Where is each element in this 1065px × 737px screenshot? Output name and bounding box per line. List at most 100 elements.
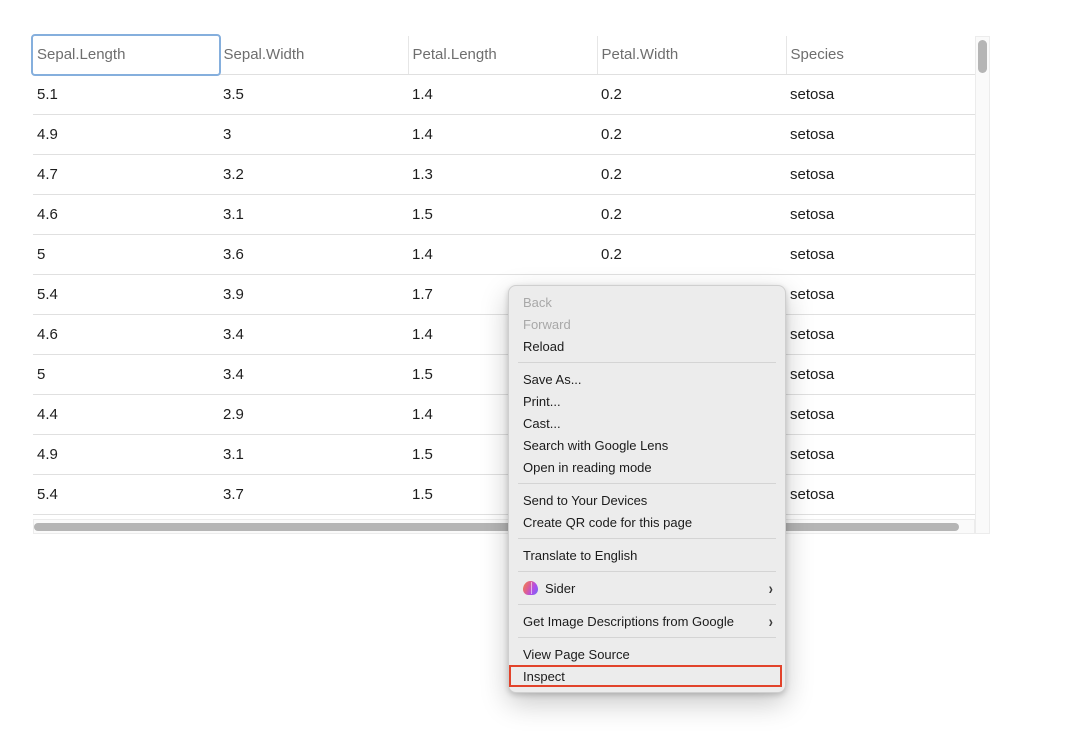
cell-sepal-length[interactable]: 5 (33, 234, 219, 274)
cell-sepal-length[interactable]: 5.4 (33, 274, 219, 314)
cell-petal-length[interactable]: 1.5 (408, 194, 597, 234)
column-header-sepal-length[interactable]: Sepal.Length (33, 36, 219, 74)
cell-sepal-width[interactable]: 3 (219, 114, 408, 154)
cell-sepal-width[interactable]: 3.2 (219, 154, 408, 194)
cell-sepal-width[interactable]: 3.4 (219, 354, 408, 394)
table-row: 4.93.11.5setosa (33, 434, 975, 474)
column-header-species[interactable]: Species (786, 36, 975, 74)
cell-sepal-length[interactable]: 5.1 (33, 74, 219, 114)
cell-sepal-width[interactable]: 3.7 (219, 474, 408, 514)
menu-item-label: Inspect (523, 669, 768, 684)
cell-sepal-width[interactable]: 2.9 (219, 394, 408, 434)
cell-species[interactable]: setosa (786, 274, 975, 314)
menu-item-label: Forward (523, 317, 773, 332)
cell-species[interactable]: setosa (786, 354, 975, 394)
menu-item-label: Translate to English (523, 548, 773, 563)
menu-item-translate-to-english[interactable]: Translate to English (509, 544, 785, 566)
menu-item-label: Print... (523, 394, 773, 409)
menu-item-save-as[interactable]: Save As... (509, 368, 785, 390)
menu-item-reload[interactable]: Reload (509, 335, 785, 357)
menu-item-label: Reload (523, 339, 773, 354)
submenu-chevron-icon: › (769, 579, 773, 598)
cell-species[interactable]: setosa (786, 474, 975, 514)
table-row: 5.13.51.40.2setosa (33, 74, 975, 114)
menu-item-label: Cast... (523, 416, 773, 431)
cell-petal-length[interactable]: 1.4 (408, 234, 597, 274)
menu-item-view-page-source[interactable]: View Page Source (509, 643, 785, 665)
menu-item-print[interactable]: Print... (509, 390, 785, 412)
menu-item-label: Search with Google Lens (523, 438, 773, 453)
menu-separator (518, 571, 776, 572)
table-row: 53.61.40.2setosa (33, 234, 975, 274)
cell-petal-length[interactable]: 1.4 (408, 74, 597, 114)
cell-petal-length[interactable]: 1.4 (408, 114, 597, 154)
menu-item-label: Sider (545, 581, 761, 596)
column-header-petal-width[interactable]: Petal.Width (597, 36, 786, 74)
cell-species[interactable]: setosa (786, 234, 975, 274)
menu-item-inspect[interactable]: Inspect (509, 665, 782, 687)
table-row: 5.43.91.7setosa (33, 274, 975, 314)
cell-sepal-length[interactable]: 4.6 (33, 314, 219, 354)
vertical-scrollbar[interactable] (975, 36, 990, 534)
cell-species[interactable]: setosa (786, 154, 975, 194)
horizontal-scrollbar[interactable] (33, 519, 975, 534)
cell-sepal-width[interactable]: 3.1 (219, 434, 408, 474)
cell-species[interactable]: setosa (786, 74, 975, 114)
cell-petal-width[interactable]: 0.2 (597, 234, 786, 274)
cell-sepal-width[interactable]: 3.5 (219, 74, 408, 114)
table-header-row: Sepal.LengthSepal.WidthPetal.LengthPetal… (33, 36, 975, 74)
cell-petal-width[interactable]: 0.2 (597, 74, 786, 114)
menu-item-sider[interactable]: Sider › (509, 577, 785, 599)
table-row: 53.41.5setosa (33, 354, 975, 394)
column-header-sepal-width[interactable]: Sepal.Width (219, 36, 408, 74)
table-row: 4.63.11.50.2setosa (33, 194, 975, 234)
iris-data-table-container: Sepal.LengthSepal.WidthPetal.LengthPetal… (33, 36, 975, 515)
cell-sepal-width[interactable]: 3.4 (219, 314, 408, 354)
cell-petal-width[interactable]: 0.2 (597, 154, 786, 194)
cell-species[interactable]: setosa (786, 394, 975, 434)
cell-petal-width[interactable]: 0.2 (597, 114, 786, 154)
menu-item-label: Back (523, 295, 773, 310)
iris-data-table: Sepal.LengthSepal.WidthPetal.LengthPetal… (33, 36, 976, 515)
cell-species[interactable]: setosa (786, 194, 975, 234)
submenu-chevron-icon: › (769, 612, 773, 631)
cell-sepal-length[interactable]: 4.9 (33, 434, 219, 474)
cell-petal-width[interactable]: 0.2 (597, 194, 786, 234)
menu-item-label: Save As... (523, 372, 773, 387)
column-header-petal-length[interactable]: Petal.Length (408, 36, 597, 74)
context-menu: Back Forward Reload Save As... Print... Cast.… (508, 285, 786, 693)
menu-item-search-with-google-lens[interactable]: Search with Google Lens (509, 434, 785, 456)
menu-item-label: Get Image Descriptions from Google (523, 614, 761, 629)
menu-item-create-qr-code-for-this-page[interactable]: Create QR code for this page (509, 511, 785, 533)
cell-sepal-length[interactable]: 4.6 (33, 194, 219, 234)
cell-sepal-length[interactable]: 4.7 (33, 154, 219, 194)
cell-species[interactable]: setosa (786, 434, 975, 474)
sider-brain-icon (523, 581, 538, 595)
table-row: 4.931.40.2setosa (33, 114, 975, 154)
menu-separator (518, 483, 776, 484)
cell-sepal-length[interactable]: 5.4 (33, 474, 219, 514)
menu-item-label: Create QR code for this page (523, 515, 773, 530)
menu-separator (518, 637, 776, 638)
cell-sepal-width[interactable]: 3.9 (219, 274, 408, 314)
menu-item-send-to-your-devices[interactable]: Send to Your Devices (509, 489, 785, 511)
menu-item-open-in-reading-mode[interactable]: Open in reading mode (509, 456, 785, 478)
cell-sepal-width[interactable]: 3.1 (219, 194, 408, 234)
cell-petal-length[interactable]: 1.3 (408, 154, 597, 194)
menu-item-label: Send to Your Devices (523, 493, 773, 508)
cell-sepal-length[interactable]: 4.9 (33, 114, 219, 154)
cell-sepal-width[interactable]: 3.6 (219, 234, 408, 274)
cell-species[interactable]: setosa (786, 114, 975, 154)
menu-item-get-image-descriptions-from-google[interactable]: Get Image Descriptions from Google › (509, 610, 785, 632)
menu-item-label: Open in reading mode (523, 460, 773, 475)
horizontal-scrollbar-thumb[interactable] (34, 523, 959, 531)
menu-separator (518, 604, 776, 605)
cell-sepal-length[interactable]: 5 (33, 354, 219, 394)
vertical-scrollbar-thumb[interactable] (978, 40, 987, 73)
table-row: 4.42.91.4setosa (33, 394, 975, 434)
table-body: 5.13.51.40.2setosa4.931.40.2setosa4.73.2… (33, 74, 975, 514)
cell-sepal-length[interactable]: 4.4 (33, 394, 219, 434)
cell-species[interactable]: setosa (786, 314, 975, 354)
menu-item-cast[interactable]: Cast... (509, 412, 785, 434)
table-row: 5.43.71.5setosa (33, 474, 975, 514)
